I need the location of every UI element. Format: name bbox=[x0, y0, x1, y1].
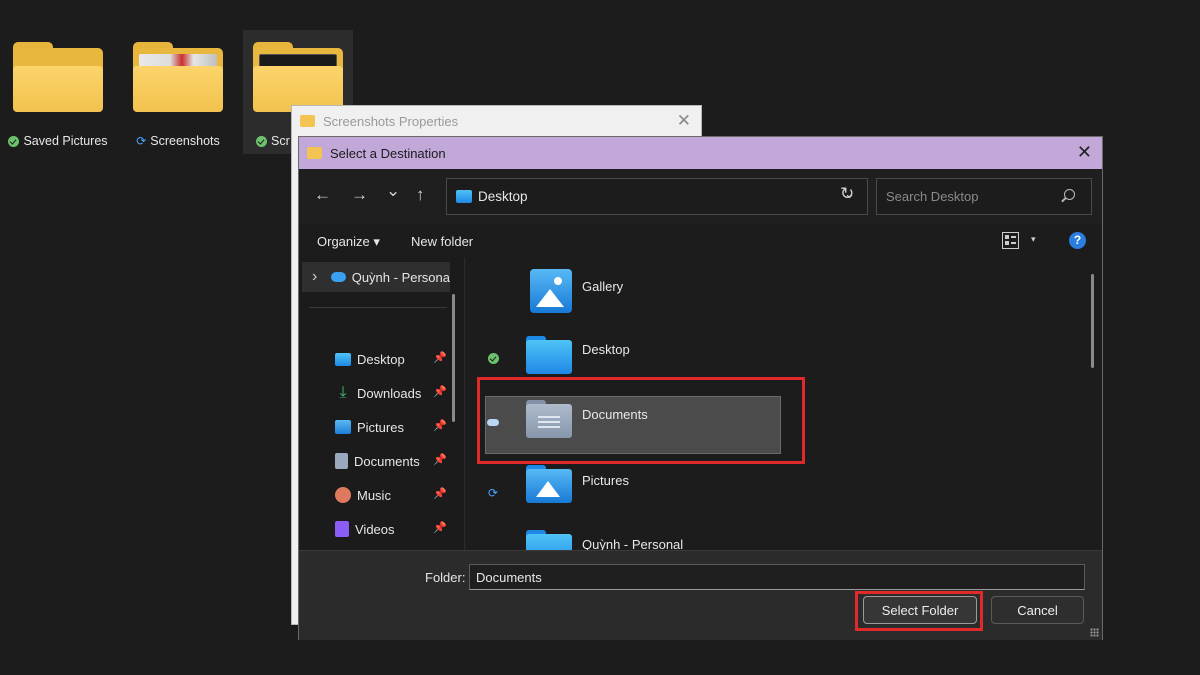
expand-icon[interactable]: › bbox=[312, 268, 325, 286]
folder-icon bbox=[307, 147, 322, 159]
sidebar-item-label: Pictures bbox=[357, 419, 404, 435]
list-item-pictures[interactable]: Pictures bbox=[526, 457, 726, 517]
folder-label: Scr bbox=[271, 134, 290, 148]
pictures-icon bbox=[335, 420, 351, 434]
navigation-bar: ← → ⌄ ↑ Desktop ⌄ ↻ Search Desktop bbox=[299, 169, 1102, 224]
new-folder-button[interactable]: New folder bbox=[411, 234, 473, 249]
desktop-folder-screenshots[interactable]: ⟳ Screenshots bbox=[123, 42, 233, 148]
synced-icon bbox=[256, 135, 267, 147]
sidebar-item-label: Music bbox=[357, 487, 391, 503]
sidebar-item-onedrive[interactable]: › Quỳnh - Persona bbox=[302, 262, 450, 292]
pictures-folder-icon bbox=[526, 465, 572, 505]
download-icon: ⤓ bbox=[339, 384, 347, 401]
desktop-icon bbox=[335, 352, 351, 366]
pin-icon: 📌 bbox=[433, 522, 447, 534]
scrollbar[interactable] bbox=[1091, 274, 1094, 368]
sidebar-item-videos[interactable]: Videos bbox=[335, 517, 445, 541]
pin-icon: 📌 bbox=[433, 352, 447, 364]
search-input[interactable]: Search Desktop bbox=[876, 178, 1092, 215]
chevron-down-icon[interactable]: ▾ bbox=[1031, 234, 1036, 245]
resize-grip[interactable] bbox=[1090, 628, 1099, 637]
onedrive-folder-icon bbox=[526, 530, 572, 550]
folder-name-input[interactable] bbox=[469, 564, 1085, 590]
address-text: Desktop bbox=[478, 189, 528, 204]
dialog-title: Select a Destination bbox=[330, 145, 446, 161]
divider bbox=[309, 307, 447, 308]
close-icon[interactable]: ✕ bbox=[677, 111, 691, 131]
organize-menu[interactable]: Organize ▾ bbox=[317, 234, 380, 250]
up-button[interactable]: ↑ bbox=[416, 185, 425, 205]
music-icon bbox=[335, 487, 351, 503]
forward-button[interactable]: → bbox=[351, 185, 368, 205]
help-button[interactable]: ? bbox=[1069, 232, 1086, 249]
desktop-folder-icon bbox=[526, 336, 572, 376]
sidebar-item-documents[interactable]: Documents bbox=[335, 449, 445, 473]
item-name: Pictures bbox=[582, 473, 629, 488]
item-name: Gallery bbox=[582, 279, 624, 294]
highlight-box-documents bbox=[477, 377, 805, 464]
sidebar-item-label: Desktop bbox=[357, 351, 405, 367]
synced-icon bbox=[488, 352, 499, 367]
highlight-box-select-folder bbox=[855, 591, 983, 631]
item-name: Desktop bbox=[582, 342, 630, 357]
sidebar-item-label: Videos bbox=[355, 521, 395, 537]
pin-icon: 📌 bbox=[433, 488, 447, 500]
command-toolbar: Organize ▾ New folder ▾ ? bbox=[299, 224, 1102, 258]
scrollbar[interactable] bbox=[452, 294, 455, 422]
videos-icon bbox=[335, 521, 349, 537]
refresh-button[interactable]: ↻ bbox=[840, 184, 854, 204]
sidebar-item-music[interactable]: Music bbox=[335, 483, 445, 507]
sidebar-item-label: Downloads bbox=[357, 385, 422, 401]
list-item-onedrive[interactable]: Quỳnh - Personal bbox=[526, 522, 726, 550]
sidebar-item-desktop[interactable]: Desktop bbox=[335, 347, 445, 371]
sidebar-item-label: Quỳnh - Persona bbox=[351, 269, 450, 285]
folder-label: Screenshots bbox=[150, 134, 220, 148]
navigation-pane: › Quỳnh - Persona Desktop 📌 ⤓ Downloads … bbox=[299, 258, 465, 550]
sync-icon: ⟳ bbox=[488, 486, 499, 500]
folder-icon bbox=[253, 42, 343, 112]
search-icon bbox=[1064, 189, 1075, 200]
list-item-gallery[interactable]: Gallery bbox=[526, 261, 726, 321]
address-bar[interactable]: Desktop ⌄ bbox=[446, 178, 868, 215]
item-name: Quỳnh - Personal bbox=[582, 537, 684, 550]
search-placeholder: Search Desktop bbox=[886, 189, 979, 204]
cancel-button[interactable]: Cancel bbox=[991, 596, 1084, 624]
desktop-folder-saved-pictures[interactable]: Saved Pictures bbox=[3, 42, 113, 148]
dialog-title-bar: Select a Destination bbox=[299, 137, 1102, 169]
desktop-icon bbox=[456, 190, 472, 203]
sidebar-item-pictures[interactable]: Pictures bbox=[335, 415, 445, 439]
onedrive-icon bbox=[330, 272, 346, 282]
view-options-icon[interactable] bbox=[1002, 232, 1019, 249]
sync-icon: ⟳ bbox=[136, 134, 147, 148]
documents-icon bbox=[335, 453, 348, 469]
close-button[interactable]: ✕ bbox=[1077, 142, 1092, 163]
gallery-icon bbox=[526, 269, 572, 313]
pin-icon: 📌 bbox=[433, 420, 447, 432]
folder-label: Saved Pictures bbox=[23, 134, 108, 148]
folder-icon bbox=[13, 42, 103, 112]
sidebar-item-label: Documents bbox=[354, 453, 420, 469]
pin-icon: 📌 bbox=[433, 386, 447, 398]
properties-title: Screenshots Properties bbox=[323, 113, 459, 129]
synced-icon bbox=[8, 135, 20, 147]
recent-locations-button[interactable]: ⌄ bbox=[386, 181, 400, 201]
pin-icon: 📌 bbox=[433, 454, 447, 466]
sidebar-item-downloads[interactable]: ⤓ Downloads bbox=[335, 381, 445, 405]
back-button[interactable]: ← bbox=[314, 185, 331, 205]
folder-icon bbox=[133, 42, 223, 112]
folder-icon bbox=[300, 115, 315, 127]
folder-field-label: Folder: bbox=[425, 570, 466, 585]
